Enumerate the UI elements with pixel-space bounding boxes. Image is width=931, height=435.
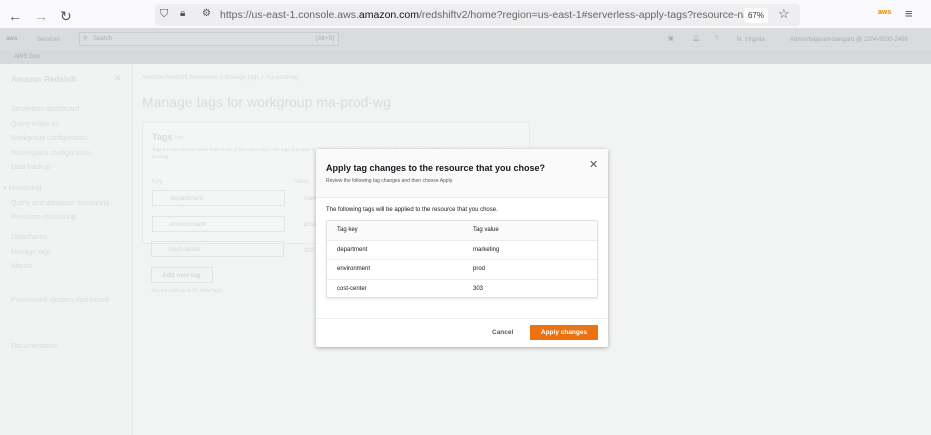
close-icon[interactable]: ✕ bbox=[589, 158, 598, 171]
aws-extension-icon[interactable]: aws bbox=[878, 9, 891, 16]
table-header: Tag key Tag value bbox=[327, 221, 597, 241]
sidebar-item-documentation[interactable]: Documentation bbox=[11, 343, 58, 350]
bookmark-star-icon[interactable]: ☆ bbox=[778, 6, 790, 22]
sidebar-item[interactable]: Workgroup configuration bbox=[11, 135, 87, 142]
tags-table: Tag key Tag value department marketing e… bbox=[326, 220, 598, 298]
tag-limit-text: You can add up to 47 more tags. bbox=[151, 288, 224, 294]
value-input[interactable]: prod bbox=[304, 222, 316, 228]
back-icon[interactable]: ← bbox=[8, 8, 22, 24]
favorites-bar: AWS Gov bbox=[0, 50, 931, 64]
sidebar-title: Amazon Redshift bbox=[11, 75, 77, 84]
search-icon: ⚲ bbox=[83, 36, 88, 42]
account-menu[interactable]: Admin/bajaram-bangard @ 2204-9530-2496 bbox=[790, 36, 908, 44]
col-tag-value: Tag value bbox=[473, 227, 499, 233]
page-title: Manage tags for workgroup ma-prod-wg bbox=[142, 94, 392, 110]
modal-subtitle: Review the following tag changes and the… bbox=[326, 178, 454, 184]
region-selector[interactable]: N. Virginia bbox=[737, 36, 765, 44]
sidebar-item[interactable]: Namespace configuration bbox=[11, 150, 90, 157]
url-suffix: /redshiftv2/home?region=us-east-1#server… bbox=[419, 9, 764, 21]
add-new-tag-button[interactable]: Add new tag bbox=[151, 267, 213, 283]
sidebar-item[interactable]: Serverless dashboard bbox=[11, 106, 79, 113]
apply-tags-modal: Apply tag changes to the resource that y… bbox=[316, 149, 608, 347]
col-tag-key: Tag key bbox=[337, 227, 358, 233]
sidebar-item[interactable]: Data backup bbox=[11, 164, 50, 171]
tag-value: marketing bbox=[473, 246, 500, 253]
tag-key: department bbox=[337, 246, 368, 253]
url-prefix: https://us-east-1.console.aws. bbox=[220, 9, 359, 21]
browser-toolbar: ← → ↻ ⛉ 🔒︎ ⚙ https://us-east-1.console.a… bbox=[0, 0, 931, 29]
info-link[interactable]: Info bbox=[175, 135, 183, 141]
sidebar-item[interactable]: Datashares bbox=[11, 234, 47, 241]
apply-changes-button[interactable]: Apply changes bbox=[530, 325, 598, 340]
table-row: cost-center 303 bbox=[327, 280, 597, 300]
aws-logo[interactable]: aws bbox=[6, 35, 17, 43]
table-row: department marketing bbox=[327, 241, 597, 260]
key-input[interactable]: department bbox=[152, 190, 285, 206]
close-sidebar-icon[interactable]: ✕ bbox=[114, 73, 122, 84]
help-icon[interactable]: ? bbox=[715, 35, 718, 43]
url-domain: amazon.com bbox=[358, 9, 420, 21]
modal-intro: The following tags will be applied to th… bbox=[326, 207, 498, 213]
breadcrumb-item: ma-prod-wg bbox=[266, 75, 299, 81]
modal-header: Apply tag changes to the resource that y… bbox=[316, 149, 608, 198]
lock-icon[interactable]: 🔒︎ bbox=[180, 8, 185, 19]
modal-footer-divider bbox=[316, 318, 608, 319]
zoom-level[interactable]: 67% bbox=[744, 8, 768, 23]
permissions-icon[interactable]: ⚙ bbox=[202, 8, 211, 19]
breadcrumb-item[interactable]: Amazon Redshift Serverless bbox=[142, 75, 218, 81]
key-input[interactable]: environment bbox=[152, 216, 285, 232]
menu-icon[interactable]: ≡ bbox=[905, 6, 913, 21]
cancel-button[interactable]: Cancel bbox=[488, 326, 517, 339]
sidebar-item-provisioned[interactable]: Provisioned clusters dashboard bbox=[11, 297, 109, 304]
bell-icon[interactable]: 🔔︎ bbox=[692, 35, 700, 43]
tags-heading: Tags bbox=[152, 132, 173, 142]
cloudshell-icon[interactable]: ▣ bbox=[668, 35, 674, 43]
table-row: environment prod bbox=[327, 260, 597, 280]
sidebar: Amazon Redshift ✕ Serverless dashboard Q… bbox=[0, 64, 133, 435]
sidebar-item[interactable]: Manage tags bbox=[11, 249, 51, 256]
key-label: Key bbox=[152, 179, 163, 185]
breadcrumb: Amazon Redshift Serverless > Manage tags… bbox=[142, 75, 299, 81]
sidebar-item[interactable]: Query and database monitoring bbox=[11, 200, 109, 207]
search-input[interactable]: ⚲ Search [Alt+S] bbox=[79, 32, 339, 46]
search-placeholder: Search bbox=[93, 36, 113, 42]
sidebar-item[interactable]: Resource monitoring bbox=[11, 214, 76, 221]
monitoring-label: Monitoring bbox=[8, 185, 42, 192]
breadcrumb-item[interactable]: Manage tags bbox=[225, 75, 260, 81]
search-shortcut: [Alt+S] bbox=[316, 36, 334, 42]
url-text[interactable]: https://us-east-1.console.aws.amazon.com… bbox=[220, 9, 764, 21]
services-menu[interactable]: Services bbox=[37, 36, 60, 44]
modal-title: Apply tag changes to the resource that y… bbox=[326, 163, 546, 173]
shield-icon[interactable]: ⛉ bbox=[160, 8, 168, 21]
forward-icon[interactable]: → bbox=[34, 8, 48, 24]
tag-value: prod bbox=[473, 266, 486, 272]
tag-key: environment bbox=[337, 266, 371, 272]
sidebar-item[interactable]: Query editor v2 bbox=[11, 121, 59, 128]
aws-console-header: aws Services ⚲ Search [Alt+S] ▣ 🔔︎ ? N. … bbox=[0, 29, 931, 50]
value-label: Value bbox=[294, 179, 309, 185]
tag-value: 303 bbox=[473, 285, 484, 292]
aws-gov-link[interactable]: AWS Gov bbox=[14, 53, 40, 61]
tag-key: cost-center bbox=[337, 285, 367, 292]
reload-icon[interactable]: ↻ bbox=[60, 8, 72, 25]
key-input[interactable]: cost-center bbox=[151, 241, 284, 257]
sidebar-section-monitoring[interactable]: ▾ Monitoring bbox=[3, 184, 41, 192]
value-input[interactable]: 303 bbox=[304, 248, 314, 254]
sidebar-item[interactable]: Alarms bbox=[11, 263, 33, 270]
